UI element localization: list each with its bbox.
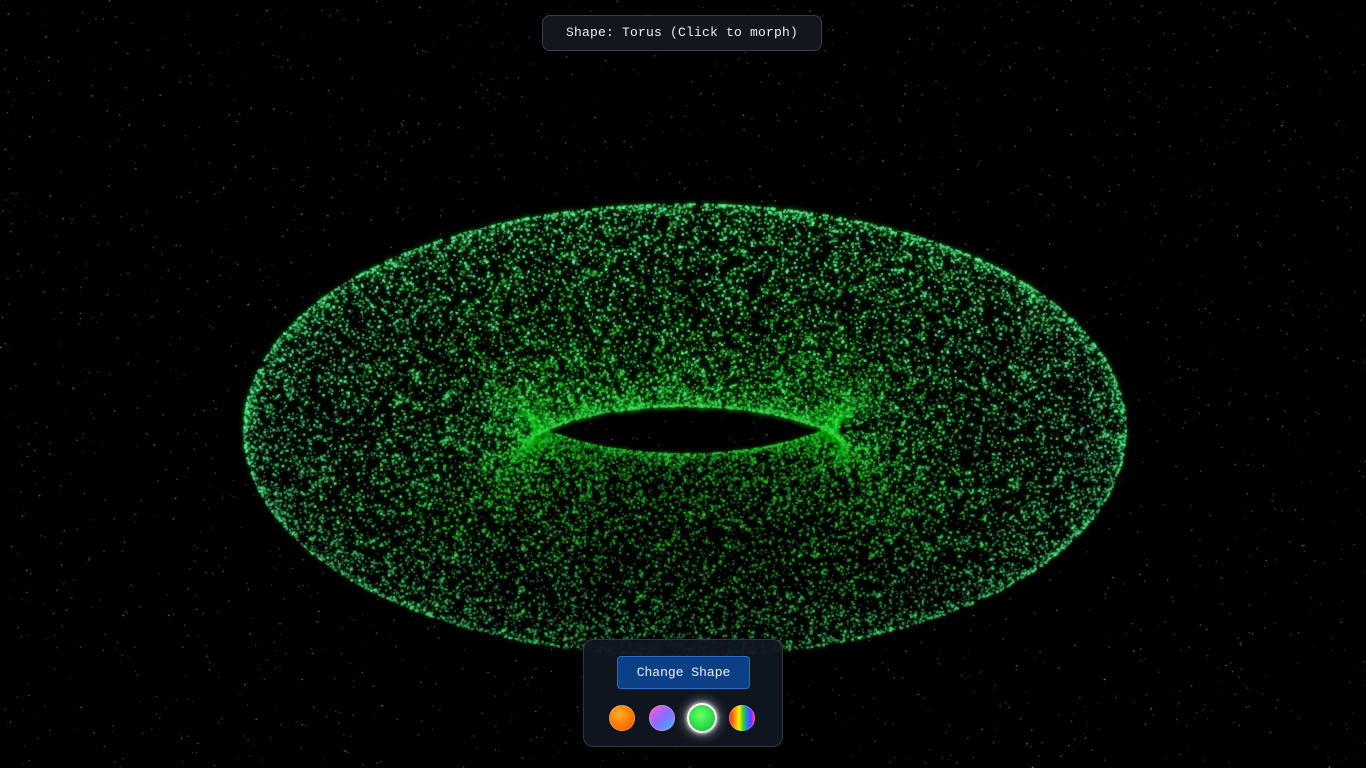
orange-swatch-icon[interactable] xyxy=(609,705,635,731)
control-panel: Change Shape xyxy=(583,639,783,747)
pink-purple-swatch-icon[interactable] xyxy=(649,705,675,731)
change-shape-button[interactable]: Change Shape xyxy=(617,656,750,689)
shape-indicator[interactable]: Shape: Torus (Click to morph) xyxy=(542,15,822,51)
green-swatch-icon[interactable] xyxy=(687,703,717,733)
color-palette-selector xyxy=(584,703,782,735)
rainbow-swatch-icon[interactable] xyxy=(729,705,755,731)
